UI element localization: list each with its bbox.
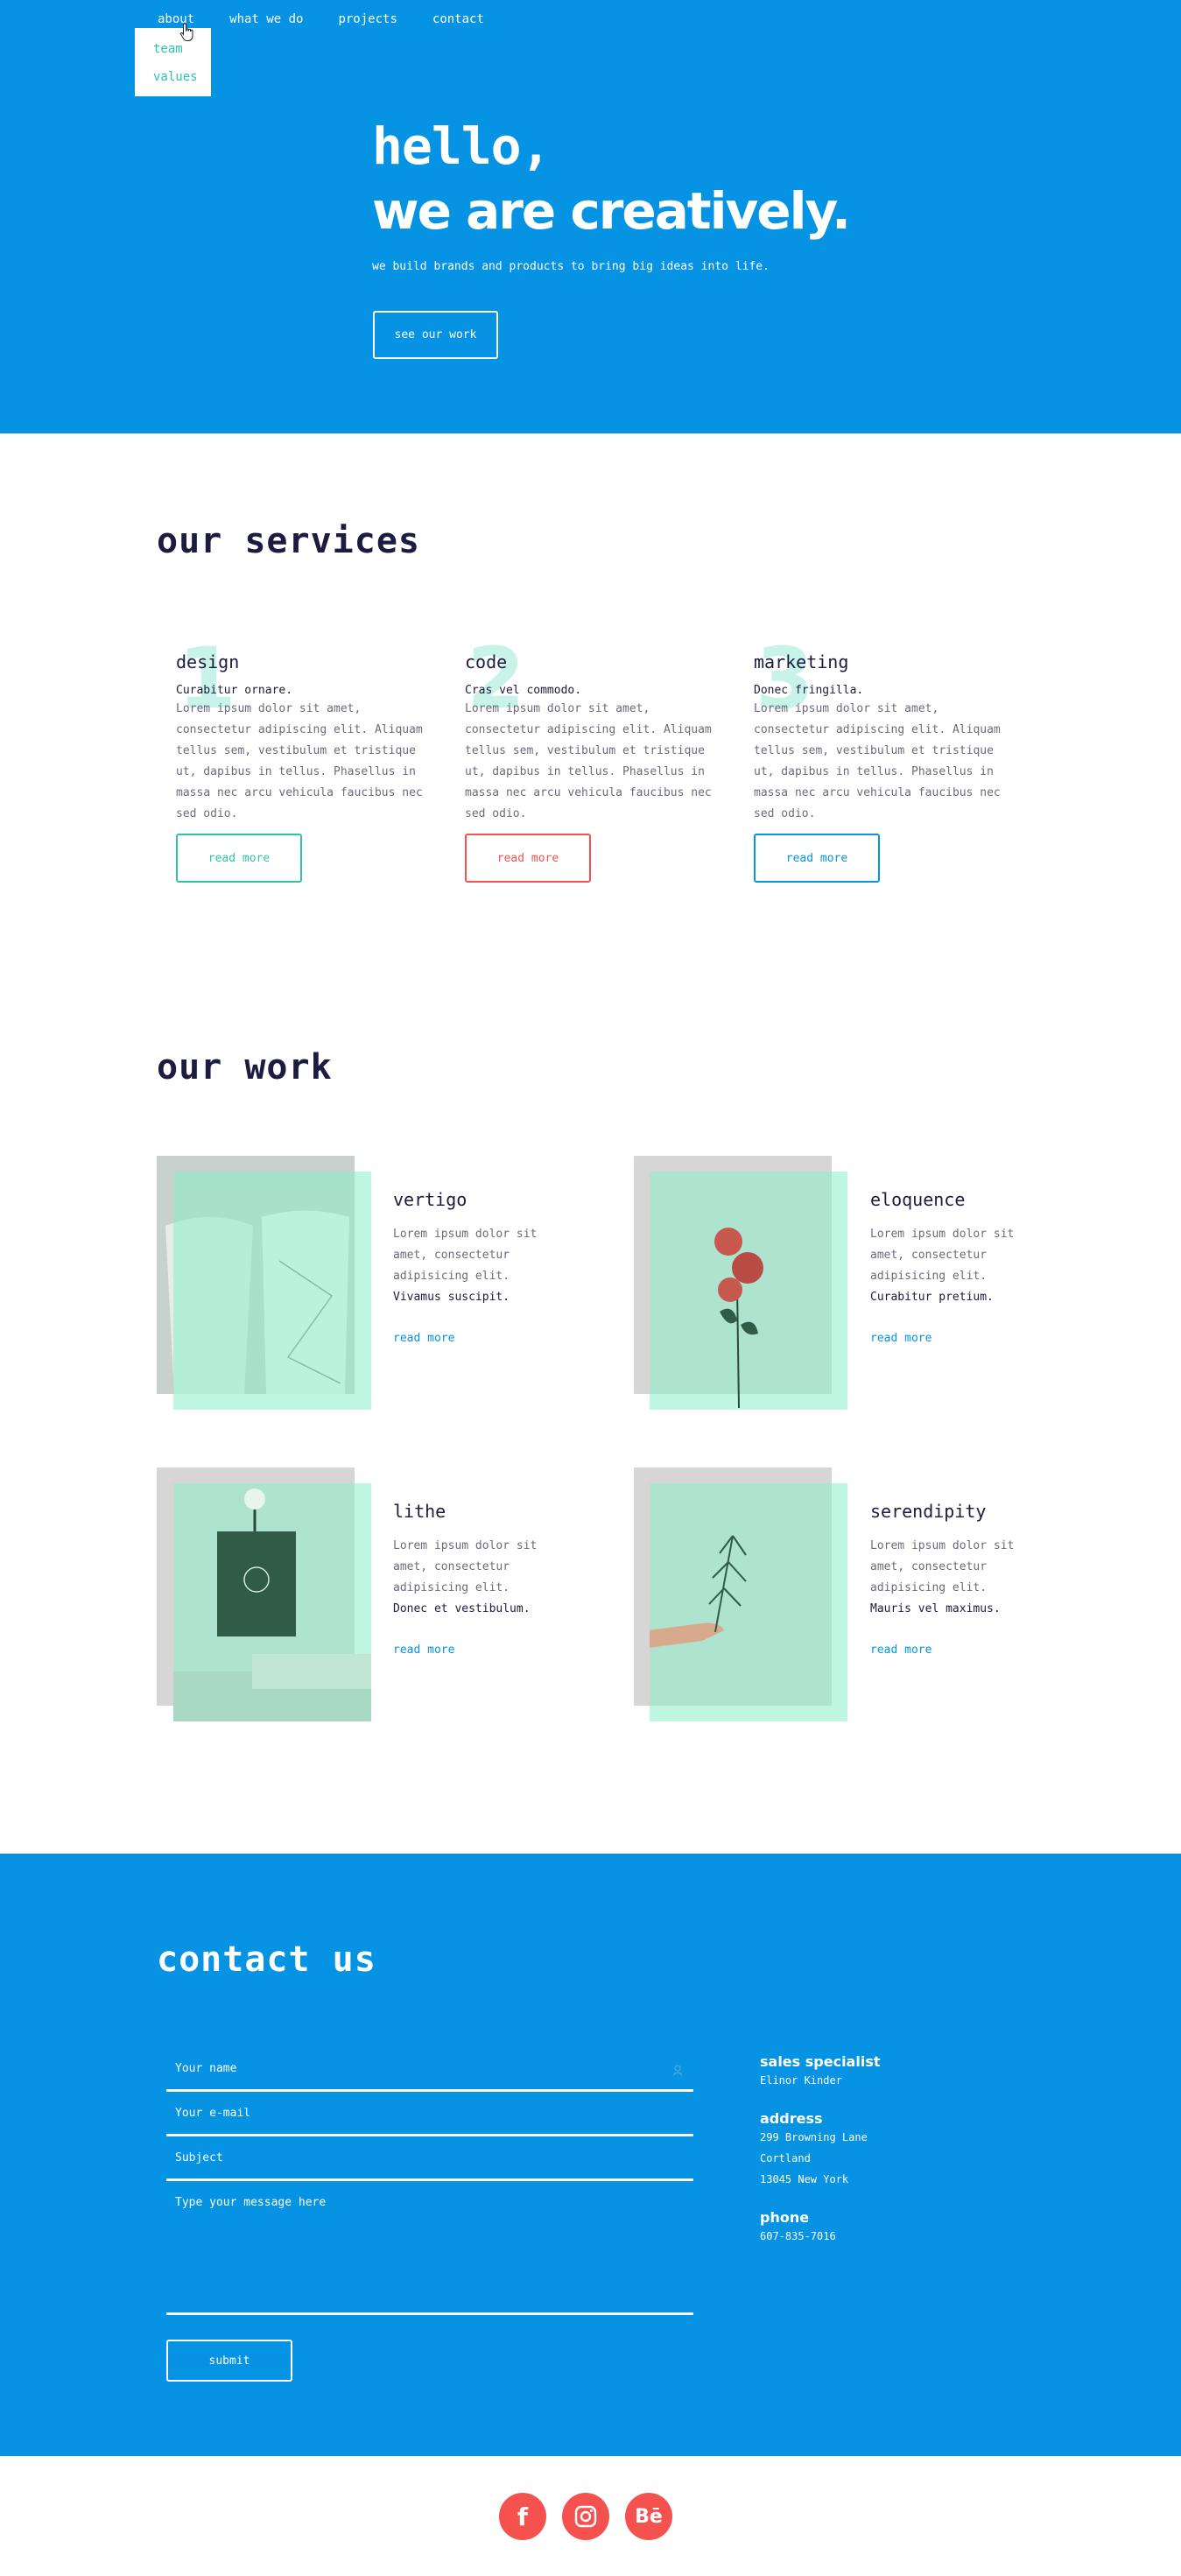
service-card-code: 2 code Cras vel commodo. Lorem ipsum dol… [465,637,719,883]
read-more-button[interactable]: read more [465,834,591,883]
read-more-link[interactable]: read more [870,1332,931,1345]
phone-label: phone [760,2209,810,2226]
work-title: lithe [393,1501,446,1522]
phone-number: 607-835-7016 [760,2230,836,2242]
work-image-sign[interactable] [173,1483,371,1721]
work-description: Lorem ipsum dolor sit amet, consectetur … [870,1536,1019,1620]
subject-field[interactable]: Subject [166,2151,693,2181]
behance-glyph: Bē [635,2505,663,2528]
work-text: serendipity Lorem ipsum dolor sit amet, … [870,1501,1019,1657]
autofill-contact-icon[interactable] [671,2064,684,2076]
work-title: vertigo [393,1189,467,1210]
hero-subtitle: we build brands and products to bring bi… [372,260,770,273]
work-text: eloquence Lorem ipsum dolor sit amet, co… [870,1189,1019,1345]
work-desc-text: Lorem ipsum dolor sit amet, consectetur … [870,1228,1015,1283]
hero-heading-pre: we are [372,181,571,241]
work-image-overlay [173,1172,371,1410]
work-desc-bold: Curabitur pretium. [870,1291,994,1304]
instagram-glyph [574,2505,597,2528]
facebook-icon[interactable]: f [499,2493,546,2540]
dropdown-item-team[interactable]: team [153,40,211,68]
service-description: Lorem ipsum dolor sit amet, consectetur … [754,702,1001,820]
hero-heading-post: . [831,181,851,241]
work-description: Lorem ipsum dolor sit amet, consectetur … [393,1536,542,1620]
see-our-work-button[interactable]: see our work [373,311,498,359]
address-label: address [760,2110,823,2127]
work-text: lithe Lorem ipsum dolor sit amet, consec… [393,1501,542,1657]
hero-heading-bold: creatively [570,181,833,241]
contact-title: contact us [157,1939,376,1980]
read-more-link[interactable]: read more [393,1643,454,1657]
address-line: Cortland [760,2152,811,2164]
hand-cursor-icon [179,23,193,41]
work-title: eloquence [870,1189,966,1210]
email-field[interactable]: Your e-mail [166,2107,693,2136]
work-image-rose[interactable] [650,1172,847,1410]
address-info: address 299 Browning Lane Cortland 13045… [760,2110,868,2190]
dropdown-item-values[interactable]: values [153,68,211,96]
work-title: our work [157,1047,333,1087]
instagram-icon[interactable] [562,2493,609,2540]
sales-name: Elinor Kinder [760,2074,842,2087]
behance-icon[interactable]: Bē [625,2493,672,2540]
read-more-button[interactable]: read more [176,834,302,883]
sales-info: sales specialist Elinor Kinder [760,2053,880,2091]
nav-item-projects[interactable]: projects [338,11,397,28]
work-image-plant-hand[interactable] [650,1483,847,1721]
footer: f Bē [0,2456,1181,2576]
work-desc-text: Lorem ipsum dolor sit amet, consectetur … [870,1539,1015,1594]
phone-info: phone 607-835-7016 [760,2209,836,2247]
hero-heading-line2: we are creatively. [372,179,851,243]
service-title: design [176,651,240,672]
service-card-design: 1 design Curabitur ornare. Lorem ipsum d… [176,637,430,883]
service-lead: Cras vel commodo. [465,684,582,697]
work-desc-text: Lorem ipsum dolor sit amet, consectetur … [393,1539,538,1594]
work-text: vertigo Lorem ipsum dolor sit amet, cons… [393,1189,542,1345]
service-description: Lorem ipsum dolor sit amet, consectetur … [465,702,712,820]
read-more-link[interactable]: read more [393,1332,454,1345]
address-line: 13045 New York [760,2173,849,2185]
services-title: our services [157,521,420,561]
submit-button[interactable]: submit [166,2340,292,2382]
work-desc-text: Lorem ipsum dolor sit amet, consectetur … [393,1228,538,1283]
work-description: Lorem ipsum dolor sit amet, consectetur … [393,1224,542,1308]
contact-section: contact us Your name Your e-mail Subject… [0,1854,1181,2456]
work-desc-bold: Donec et vestibulum. [393,1602,531,1615]
work-description: Lorem ipsum dolor sit amet, consectetur … [870,1224,1019,1308]
address-line: 299 Browning Lane [760,2131,868,2143]
read-more-link[interactable]: read more [870,1643,931,1657]
about-dropdown-menu: team values [135,28,211,96]
service-description: Lorem ipsum dolor sit amet, consectetur … [176,702,423,820]
service-card-marketing: 3 marketing Donec fringilla. Lorem ipsum… [754,637,1008,883]
service-lead: Donec fringilla. [754,684,864,697]
service-title: code [465,651,508,672]
hero-heading-line1: hello, [372,116,552,176]
read-more-button[interactable]: read more [754,834,880,883]
work-desc-bold: Mauris vel maximus. [870,1602,1001,1615]
hero-heading: hello, we are creatively. [372,114,851,243]
message-textarea[interactable]: Type your message here [166,2196,693,2315]
name-field[interactable]: Your name [166,2062,693,2092]
sales-label: sales specialist [760,2053,881,2070]
main-nav: about what we do projects contact [158,11,484,28]
nav-item-contact[interactable]: contact [432,11,484,28]
facebook-glyph: f [517,2502,529,2531]
nav-item-what-we-do[interactable]: what we do [229,11,303,28]
service-lead: Curabitur ornare. [176,684,293,697]
hero-section: about what we do projects contact team v… [0,0,1181,433]
service-title: marketing [754,651,849,672]
work-title: serendipity [870,1501,987,1522]
work-desc-bold: Vivamus suscipit. [393,1291,510,1304]
